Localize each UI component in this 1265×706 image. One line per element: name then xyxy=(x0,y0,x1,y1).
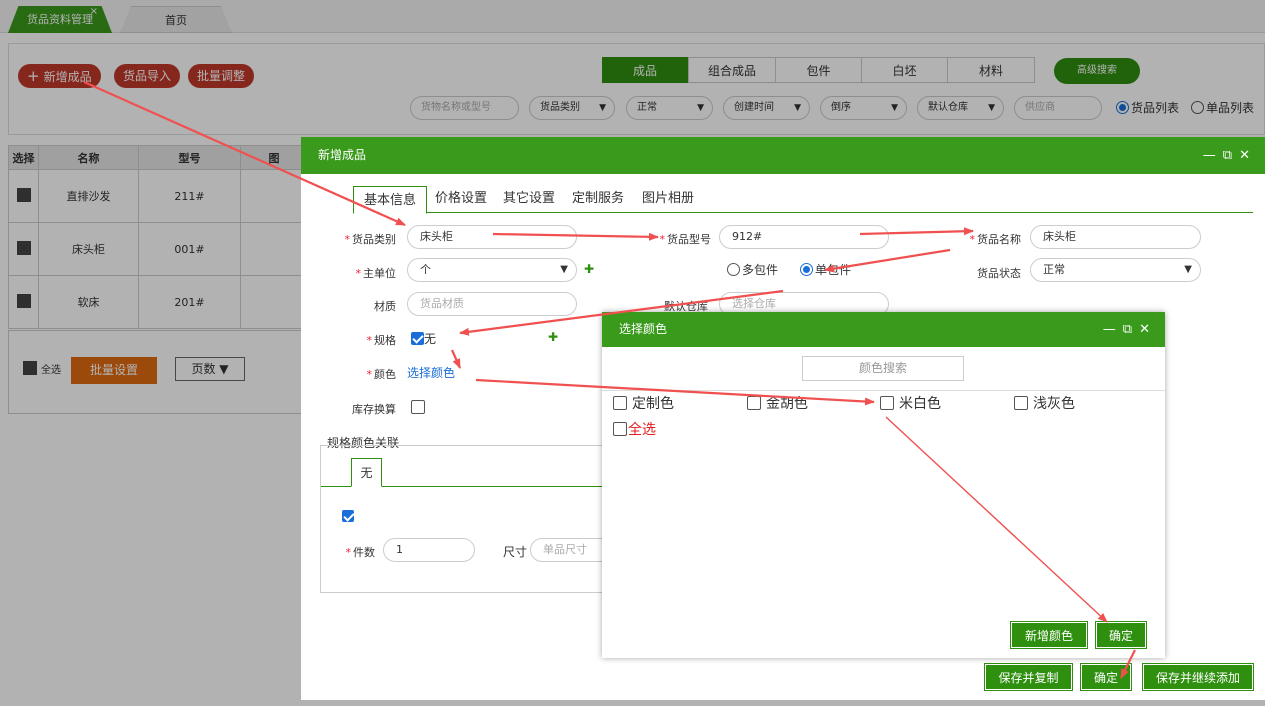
select-all-label: 全选 xyxy=(628,422,656,438)
window-controls: —⧉✕ xyxy=(1103,312,1157,347)
model-label: * 货品型号 xyxy=(659,233,712,246)
maximize-icon[interactable]: ⧉ xyxy=(1223,148,1239,163)
tab-other[interactable]: 其它设置 xyxy=(503,185,555,213)
tab-custom[interactable]: 定制服务 xyxy=(572,185,624,213)
color-option[interactable]: 金胡色 xyxy=(747,394,808,414)
category-field[interactable]: 床头柜 xyxy=(407,225,577,249)
tab-basic-info[interactable]: 基本信息 xyxy=(353,186,428,214)
checkbox-icon xyxy=(1014,396,1028,410)
unit-label: * 主单位 xyxy=(355,267,397,280)
save-copy-button[interactable]: 保存并复制 xyxy=(984,663,1073,691)
color-label: * 颜色 xyxy=(366,368,397,381)
maximize-icon[interactable]: ⧉ xyxy=(1123,322,1139,337)
tab-album[interactable]: 图片相册 xyxy=(642,185,694,213)
name-label-text: 货品名称 xyxy=(977,233,1021,246)
add-unit-icon[interactable]: ✚ xyxy=(584,262,594,276)
unit-select[interactable]: 个 ▼ xyxy=(407,258,577,282)
pack-multi-label: 多包件 xyxy=(742,263,779,277)
status-label: 货品状态 xyxy=(977,267,1021,280)
color-option-label: 定制色 xyxy=(632,396,674,412)
chevron-down-icon: ▼ xyxy=(1184,264,1192,275)
chevron-down-icon: ▼ xyxy=(560,264,568,275)
spec-label-text: 规格 xyxy=(374,334,396,347)
dialog-title: 新增成品 xyxy=(318,148,367,162)
pack-multi-radio[interactable]: 多包件 xyxy=(727,259,778,281)
select-color-link[interactable]: 选择颜色 xyxy=(407,364,455,381)
close-icon[interactable]: ✕ xyxy=(1239,148,1257,163)
checkbox-checked-icon xyxy=(411,332,424,345)
relation-checkbox[interactable] xyxy=(342,510,354,522)
radio-icon xyxy=(727,263,740,276)
material-input[interactable]: 货品材质 xyxy=(407,292,577,316)
minimize-icon[interactable]: — xyxy=(1203,148,1223,163)
color-option[interactable]: 定制色 xyxy=(613,394,674,414)
confirm-button[interactable]: 确定 xyxy=(1080,663,1132,691)
tab-price[interactable]: 价格设置 xyxy=(435,185,487,213)
category-label: * 货品类别 xyxy=(344,233,397,246)
model-field[interactable]: 912# xyxy=(719,225,889,249)
pieces-label: * 件数 xyxy=(345,546,376,559)
select-all-colors[interactable]: 全选 xyxy=(613,420,656,440)
status-select[interactable]: 正常 ▼ xyxy=(1030,258,1201,282)
pieces-label-text: 件数 xyxy=(353,546,375,559)
save-continue-button[interactable]: 保存并继续添加 xyxy=(1142,663,1254,691)
material-label: 材质 xyxy=(374,300,396,313)
color-confirm-button[interactable]: 确定 xyxy=(1095,621,1147,649)
color-divider xyxy=(602,390,1165,391)
name-label: * 货品名称 xyxy=(969,233,1022,246)
unit-value: 个 xyxy=(420,263,431,276)
size-label: 尺寸 xyxy=(502,545,527,559)
close-icon[interactable]: ✕ xyxy=(1139,322,1157,337)
color-option[interactable]: 米白色 xyxy=(880,394,941,414)
category-label-text: 货品类别 xyxy=(352,233,396,246)
select-color-dialog: 选择颜色 —⧉✕ 颜色搜索 定制色 金胡色 米白色 浅灰色 全选 新增颜色 确定 xyxy=(602,312,1165,658)
pieces-input[interactable]: 1 xyxy=(383,538,475,562)
checkbox-icon xyxy=(613,422,627,436)
stock-convert-label: 库存换算 xyxy=(352,403,396,416)
dialog-tabs: 基本信息 价格设置 其它设置 定制服务 图片相册 xyxy=(353,185,1253,214)
pack-single-label: 单包件 xyxy=(815,263,852,277)
color-dialog-title: 选择颜色 xyxy=(619,322,668,336)
color-option[interactable]: 浅灰色 xyxy=(1014,394,1075,414)
unit-label-text: 主单位 xyxy=(363,267,396,280)
spec-checkbox[interactable]: 无 xyxy=(411,330,436,347)
add-spec-icon[interactable]: ✚ xyxy=(548,330,558,344)
checkbox-icon xyxy=(613,396,627,410)
color-dialog-header: 选择颜色 —⧉✕ xyxy=(602,312,1165,347)
checkbox-icon xyxy=(880,396,894,410)
spec-label: * 规格 xyxy=(366,334,397,347)
name-field[interactable]: 床头柜 xyxy=(1030,225,1201,249)
pack-single-radio[interactable]: 单包件 xyxy=(800,259,851,281)
new-color-button[interactable]: 新增颜色 xyxy=(1010,621,1088,649)
relation-tab-none[interactable]: 无 xyxy=(351,458,382,487)
stock-convert-checkbox[interactable] xyxy=(411,400,425,414)
checkbox-icon xyxy=(747,396,761,410)
color-label-text: 颜色 xyxy=(374,368,396,381)
color-search-input[interactable]: 颜色搜索 xyxy=(802,356,964,381)
dialog-header: 新增成品 —⧉✕ xyxy=(301,137,1265,174)
model-label-text: 货品型号 xyxy=(667,233,711,246)
radio-checked-icon xyxy=(800,263,813,276)
color-option-label: 金胡色 xyxy=(766,396,808,412)
window-controls: —⧉✕ xyxy=(1203,137,1257,174)
minimize-icon[interactable]: — xyxy=(1103,322,1123,337)
color-option-label: 米白色 xyxy=(899,396,941,412)
color-option-label: 浅灰色 xyxy=(1033,396,1075,412)
spec-value: 无 xyxy=(424,332,437,346)
status-value: 正常 xyxy=(1043,263,1065,276)
